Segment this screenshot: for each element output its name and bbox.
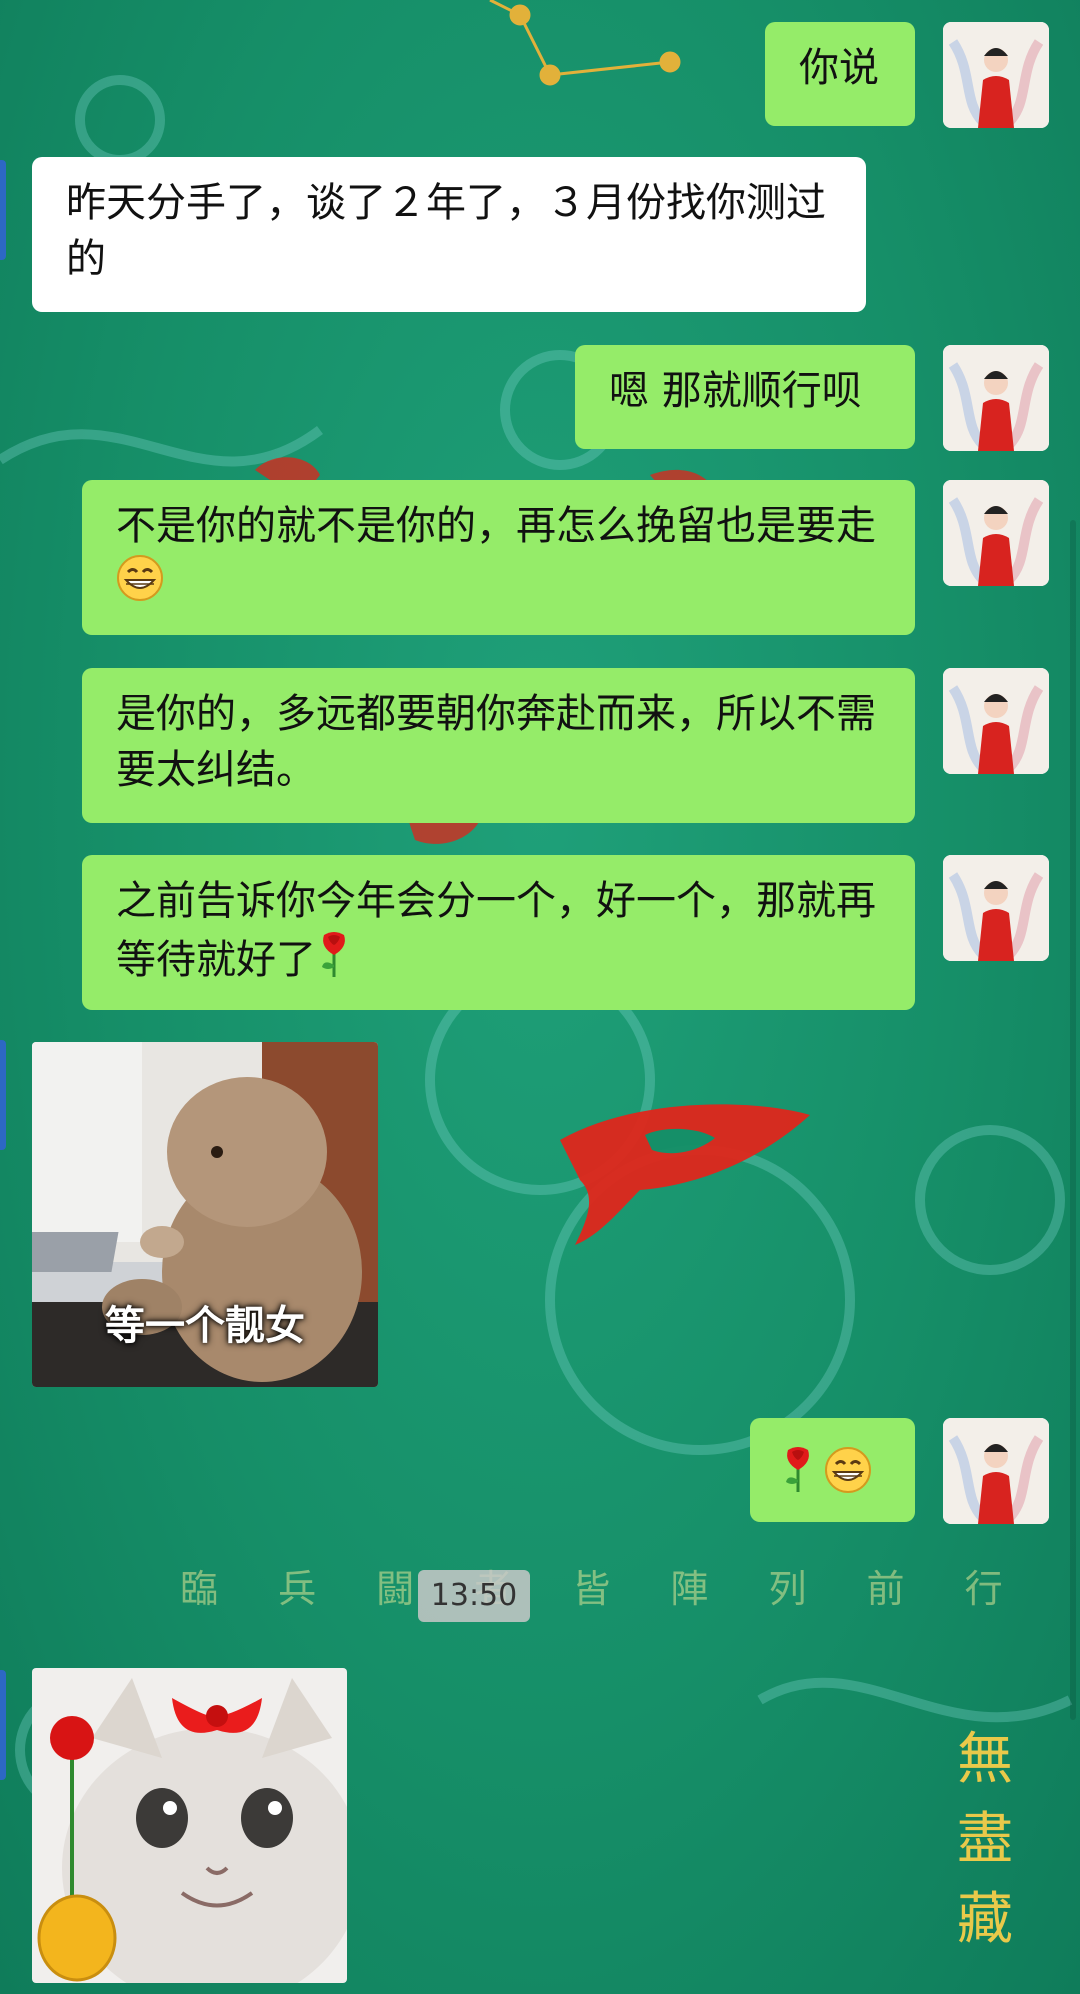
avatar-image: [943, 1418, 1049, 1524]
sticker-caption: 等一个靓女: [105, 1303, 305, 1349]
avatar-self[interactable]: [943, 1418, 1049, 1524]
rose-emoji-icon: [316, 929, 352, 994]
message-bubble-outgoing[interactable]: 是你的，多远都要朝你奔赴而来，所以不需要太纠结。: [82, 668, 915, 823]
avatar-self[interactable]: [943, 22, 1049, 128]
avatar-self[interactable]: [943, 345, 1049, 451]
left-edge-marker: [0, 160, 6, 260]
left-edge-marker: [0, 1040, 6, 1150]
cat-rose-sticker-image: [32, 1668, 347, 1983]
grin-emoji-icon: [116, 554, 164, 617]
message-bubble-outgoing[interactable]: 嗯 那就顺行呗: [575, 345, 915, 449]
avatar-self[interactable]: [943, 855, 1049, 961]
message-text: 不是你的就不是你的，再怎么挽留也是要走: [116, 503, 876, 549]
avatar-image: [943, 668, 1049, 774]
grin-emoji-icon: [824, 1446, 872, 1509]
avatar-self[interactable]: [943, 480, 1049, 586]
message-text: 昨天分手了，谈了２年了，３月份找你测过的: [66, 180, 826, 282]
rose-emoji-icon: [780, 1444, 816, 1509]
message-text: 是你的，多远都要朝你奔赴而来，所以不需要太纠结。: [116, 691, 876, 793]
background-seal-text: 無盡藏: [957, 1727, 1013, 1952]
avatar-image: [943, 345, 1049, 451]
message-text: 你说: [799, 45, 879, 91]
message-bubble-outgoing[interactable]: 不是你的就不是你的，再怎么挽留也是要走: [82, 480, 915, 635]
constellation-decoration: [489, 0, 681, 86]
scrollbar[interactable]: [1070, 520, 1076, 1720]
message-bubble-outgoing[interactable]: 之前告诉你今年会分一个，好一个，那就再等待就好了: [82, 855, 915, 1010]
left-edge-marker: [0, 1670, 6, 1780]
message-bubble-incoming[interactable]: 昨天分手了，谈了２年了，３月份找你测过的: [32, 157, 866, 312]
message-bubble-outgoing[interactable]: 你说: [765, 22, 915, 126]
message-text: 嗯 那就顺行呗: [609, 368, 862, 414]
message-text: 之前告诉你今年会分一个，好一个，那就再等待就好了: [116, 878, 876, 983]
avatar-image: [943, 22, 1049, 128]
chat-timestamp: 13:50: [418, 1570, 530, 1622]
avatar-image: [943, 480, 1049, 586]
avatar-self[interactable]: [943, 668, 1049, 774]
message-bubble-outgoing[interactable]: [750, 1418, 915, 1522]
sticker-cat-laptop[interactable]: 等一个靓女: [32, 1042, 378, 1387]
avatar-image: [943, 855, 1049, 961]
sticker-cat-rose[interactable]: [32, 1668, 347, 1983]
